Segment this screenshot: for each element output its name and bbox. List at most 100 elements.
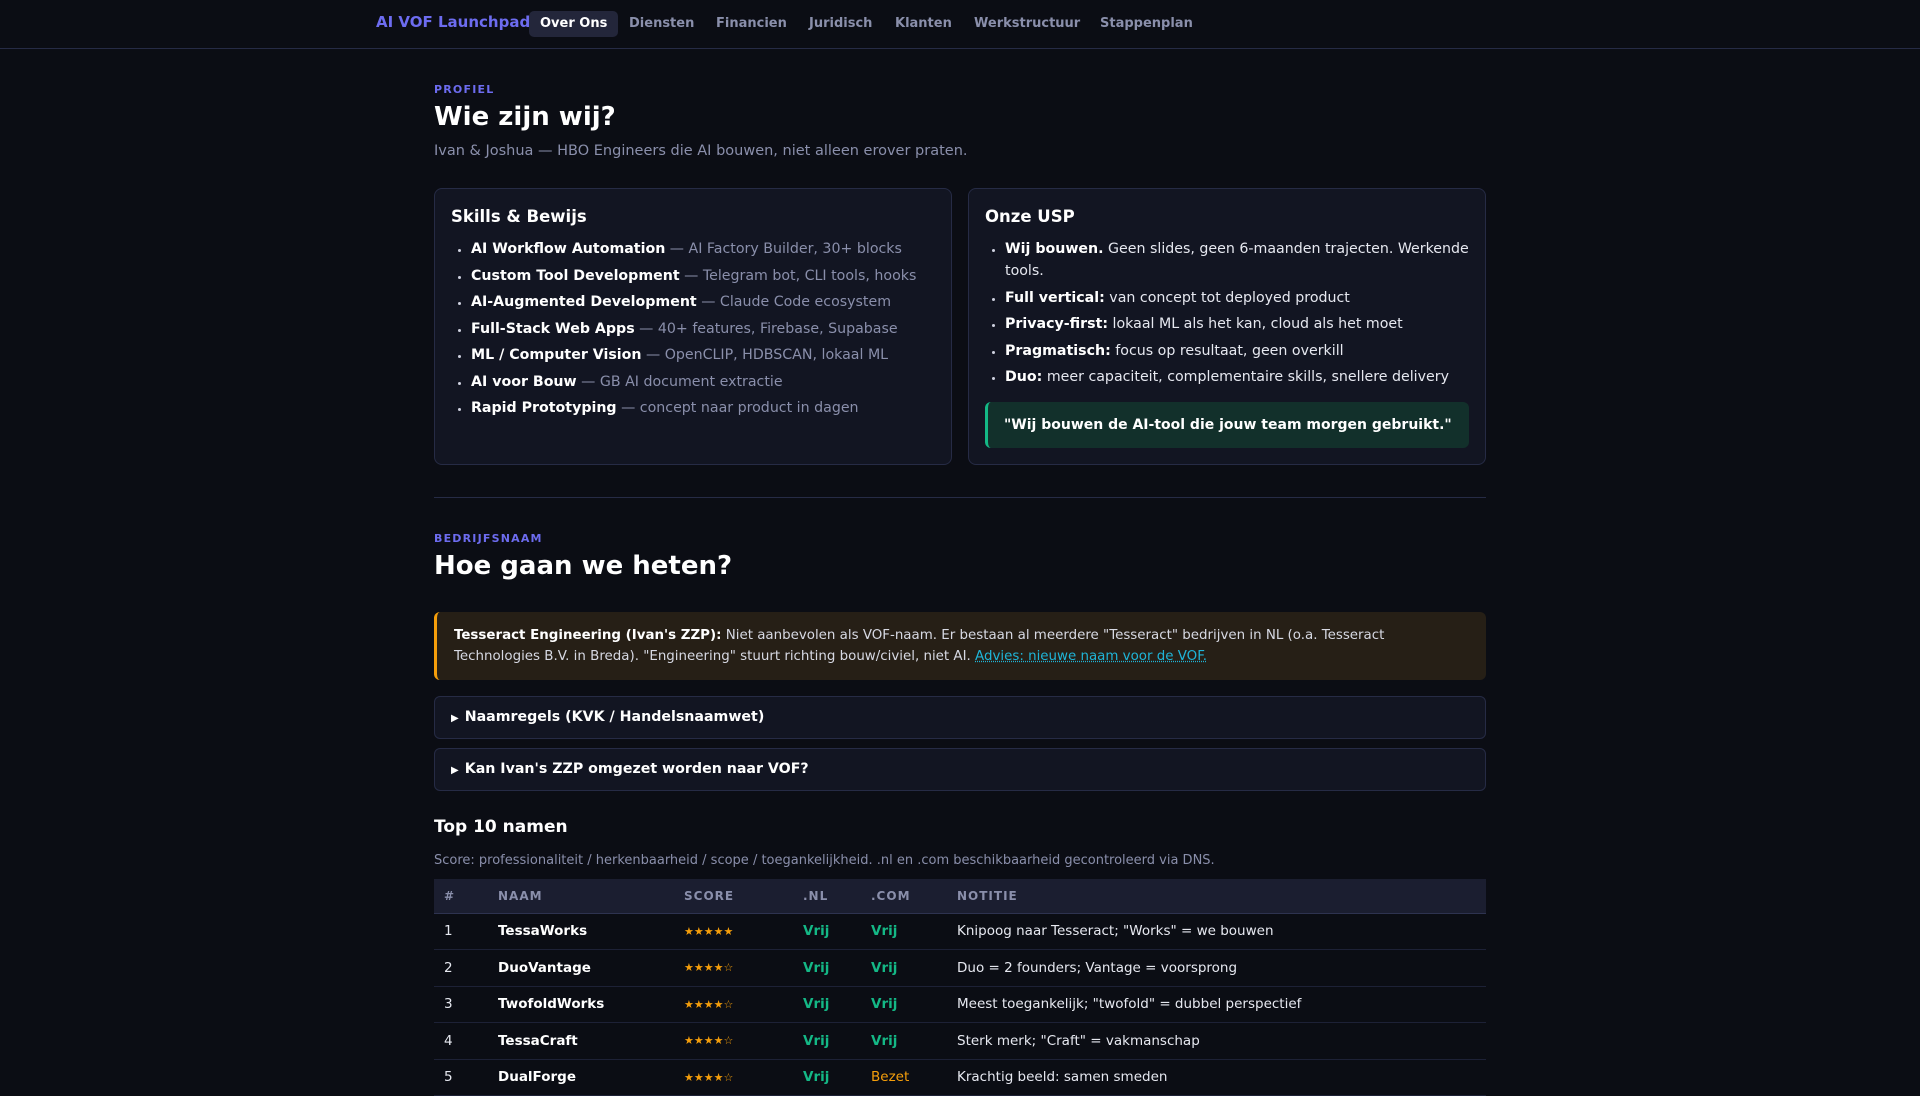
col-naam: NAAM (498, 879, 684, 914)
row-score: ★★★★☆ (684, 949, 803, 987)
item-desc: — 40+ features, Firebase, Supabase (634, 320, 898, 337)
item-name: Wij bouwen. (1005, 241, 1104, 257)
row-number: 3 (434, 986, 498, 1023)
list-item: Full-Stack Web Apps — 40+ features, Fire… (471, 318, 935, 340)
names-table: # NAAM SCORE .NL .COM NOTITIE 1 TessaWork… (434, 879, 1486, 1096)
item-name: Privacy-first: (1005, 316, 1109, 332)
row-score: ★★★★★ (684, 913, 803, 950)
list-item: AI voor Bouw — GB AI document extractie (471, 371, 935, 393)
row-name: TessaCraft (498, 1022, 684, 1060)
col-number: # (434, 879, 498, 914)
row-note: Duo = 2 founders; Vantage = voorsprong (957, 949, 1486, 987)
tab-stappenplan[interactable]: Stappenplan (1089, 11, 1204, 37)
item-name: Full-Stack Web Apps (471, 320, 635, 337)
row-score: ★★★★☆ (684, 986, 803, 1023)
item-name: Full vertical: (1005, 289, 1105, 306)
warning-title: Tesseract Engineering (Ivan's ZZP): (454, 628, 722, 643)
list-item: AI Workflow Automation — AI Factory Buil… (471, 238, 935, 260)
details-zzp-omzetten[interactable]: ▶ Kan Ivan's ZZP omgezet worden naar VOF? (434, 748, 1486, 791)
row-nl: Vrij (803, 986, 871, 1023)
details-summary: Kan Ivan's ZZP omgezet worden naar VOF? (464, 761, 809, 777)
item-name: ML / Computer Vision (471, 347, 642, 363)
skills-card: Skills & Bewijs AI Workflow Automation —… (434, 188, 952, 465)
row-com: Bezet (871, 1059, 957, 1096)
item-desc: focus op resultaat, geen overkill (1110, 342, 1344, 359)
page-subtitle: Ivan & Joshua — HBO Engineers die AI bou… (434, 143, 968, 159)
table-header: # NAAM SCORE .NL .COM NOTITIE (434, 879, 1486, 914)
usp-quote: "Wij bouwen de AI-tool die jouw team mor… (985, 402, 1469, 448)
item-desc: — OpenCLIP, HDBSCAN, lokaal ML (641, 347, 889, 363)
row-name: DualForge (498, 1059, 684, 1096)
item-name: AI-Augmented Development (471, 294, 697, 310)
item-name: AI Workflow Automation (471, 241, 666, 257)
list-item: Privacy-first: lokaal ML als het kan, cl… (1005, 313, 1469, 335)
card-title: Onze USP (985, 207, 1075, 226)
table-row: 2 DuoVantage ★★★★☆ Vrij Vrij Duo = 2 founders… (434, 949, 1486, 987)
item-desc: — GB AI document extractie (576, 373, 783, 390)
col-com: .COM (871, 879, 957, 914)
usp-list: Wij bouwen. Geen slides, geen 6-maanden … (1005, 238, 1469, 393)
row-com: Vrij (871, 1022, 957, 1060)
tab-over-ons[interactable]: Over Ons (529, 11, 619, 37)
table-row: 1 TessaWorks ★★★★★ Vrij Vrij Knipoog naar Tes… (434, 913, 1486, 950)
row-name: TwofoldWorks (498, 986, 684, 1023)
col-notitie: NOTITIE (957, 879, 1486, 914)
tab-financien[interactable]: Financien (705, 11, 798, 37)
list-item: Rapid Prototyping — concept naar product… (471, 397, 935, 419)
row-note: Meest toegankelijk; "twofold" = dubbel p… (957, 986, 1486, 1023)
tab-klanten[interactable]: Klanten (884, 11, 963, 37)
section-eyebrow: BEDRIJFSNAAM (434, 532, 543, 545)
row-nl: Vrij (803, 949, 871, 987)
item-name: Custom Tool Development (471, 267, 680, 284)
top10-caption: Score: professionaliteit / herkenbaarhei… (434, 853, 1215, 868)
row-number: 4 (434, 1022, 498, 1060)
item-desc: — Claude Code ecosystem (696, 294, 892, 310)
list-item: AI-Augmented Development — Claude Code e… (471, 291, 935, 313)
details-naamregels[interactable]: ▶ Naamregels (KVK / Handelsnaamwet) (434, 696, 1486, 739)
row-score: ★★★★☆ (684, 1022, 803, 1060)
section-eyebrow: PROFIEL (434, 83, 495, 96)
app-logo[interactable]: AI VOF Launchpad (376, 13, 530, 31)
col-nl: .NL (803, 879, 871, 914)
list-item: Wij bouwen. Geen slides, geen 6-maanden … (1005, 238, 1469, 282)
row-name: DuoVantage (498, 949, 684, 987)
item-desc: — concept naar product in dagen (616, 400, 859, 416)
top10-title: Top 10 namen (434, 817, 568, 837)
tab-juridisch[interactable]: Juridisch (798, 11, 883, 37)
row-note: Krachtig beeld: samen smeden (957, 1059, 1486, 1096)
page-title: Wie zijn wij? (434, 102, 616, 132)
row-score: ★★★★☆ (684, 1059, 803, 1096)
advice-link[interactable]: Advies: nieuwe naam voor de VOF. (975, 649, 1207, 664)
tab-werkstructuur[interactable]: Werkstructuur (963, 11, 1091, 37)
table-row: 4 TessaCraft ★★★★☆ Vrij Vrij Sterk merk; "Cra… (434, 1022, 1486, 1060)
item-name: Duo: (1005, 369, 1043, 385)
item-desc: lokaal ML als het kan, cloud als het moe… (1108, 316, 1403, 332)
row-note: Knipoog naar Tesseract; "Works" = we bou… (957, 913, 1486, 950)
list-item: Custom Tool Development — Telegram bot, … (471, 265, 935, 287)
top-nav: AI VOF Launchpad Over Ons Diensten Finan… (0, 0, 1920, 49)
section-title: Hoe gaan we heten? (434, 551, 733, 581)
item-desc: meer capaciteit, complementaire skills, … (1042, 369, 1449, 385)
list-item: Duo: meer capaciteit, complementaire ski… (1005, 366, 1469, 388)
details-summary: Naamregels (KVK / Handelsnaamwet) (464, 709, 765, 725)
row-com: Vrij (871, 913, 957, 950)
section-divider (434, 497, 1486, 498)
card-title: Skills & Bewijs (451, 207, 587, 226)
row-nl: Vrij (803, 1059, 871, 1096)
item-name: Pragmatisch: (1005, 342, 1111, 359)
list-item: ML / Computer Vision — OpenCLIP, HDBSCAN… (471, 344, 935, 366)
row-number: 2 (434, 949, 498, 987)
list-item: Pragmatisch: focus op resultaat, geen ov… (1005, 340, 1469, 362)
skills-list: AI Workflow Automation — AI Factory Buil… (471, 238, 935, 424)
row-note: Sterk merk; "Craft" = vakmanschap (957, 1022, 1486, 1060)
warning-callout: Tesseract Engineering (Ivan's ZZP): Niet… (434, 612, 1486, 680)
col-score: SCORE (684, 879, 803, 914)
item-name: Rapid Prototyping (471, 400, 617, 416)
item-name: AI voor Bouw (471, 373, 577, 390)
tab-diensten[interactable]: Diensten (618, 11, 705, 37)
table-row: 5 DualForge ★★★★☆ Vrij Bezet Krachtig beeld: … (434, 1059, 1486, 1096)
list-item: Full vertical: van concept tot deployed … (1005, 287, 1469, 309)
row-nl: Vrij (803, 913, 871, 950)
usp-card: Onze USP Wij bouwen. Geen slides, geen 6… (968, 188, 1486, 465)
item-desc: van concept tot deployed product (1104, 289, 1350, 306)
